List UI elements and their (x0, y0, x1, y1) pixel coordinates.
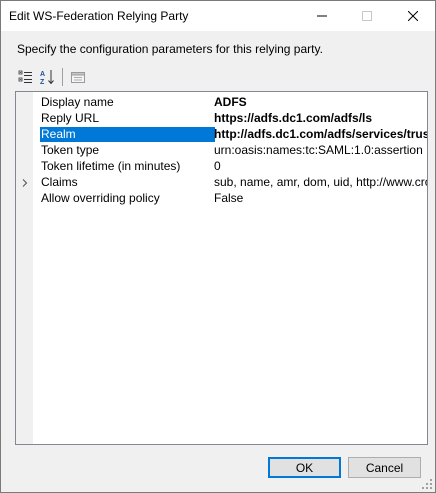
resize-grip-icon[interactable] (422, 479, 433, 490)
property-name: Token lifetime (in minutes) (41, 159, 181, 173)
maximize-button[interactable] (344, 1, 389, 31)
toolbar-separator (62, 68, 63, 86)
property-value[interactable]: False (214, 191, 427, 206)
property-name: Allow overriding policy (41, 191, 160, 205)
property-value[interactable]: sub, name, amr, dom, uid, http://www.cro… (214, 175, 427, 190)
close-button[interactable] (390, 1, 435, 31)
property-row-claims[interactable]: Claims sub, name, amr, dom, uid, http://… (16, 174, 427, 190)
property-name: Display name (41, 95, 114, 109)
title-bar[interactable]: Edit WS-Federation Relying Party (1, 1, 435, 31)
property-value[interactable]: urn:oasis:names:tc:SAML:1.0:assertion (214, 143, 427, 158)
edit-relying-party-dialog: Edit WS-Federation Relying Party Specify… (0, 0, 436, 493)
property-value[interactable]: https://adfs.dc1.com/adfs/ls (214, 111, 427, 126)
property-pages-icon (71, 72, 85, 83)
property-grid[interactable]: Display name ADFS Reply URL https://adfs… (15, 91, 428, 445)
expand-chevron-icon[interactable] (20, 177, 30, 187)
alphabetical-button[interactable]: A Z (37, 67, 59, 87)
property-name: Claims (41, 175, 78, 189)
property-value[interactable]: 0 (214, 159, 427, 174)
svg-text:Z: Z (40, 79, 45, 85)
alphabetical-sort-icon: A Z (40, 70, 54, 85)
property-pages-button[interactable] (67, 67, 89, 87)
minimize-button[interactable] (299, 1, 344, 31)
property-row-realm[interactable]: Realm http://adfs.dc1.com/adfs/services/… (16, 126, 427, 142)
property-row-display-name[interactable]: Display name ADFS (16, 94, 427, 110)
property-grid-toolbar: A Z (15, 67, 89, 87)
property-name: Reply URL (41, 111, 100, 125)
property-value[interactable]: http://adfs.dc1.com/adfs/services/trust (214, 127, 427, 142)
property-row-token-lifetime[interactable]: Token lifetime (in minutes) 0 (16, 158, 427, 174)
ok-button[interactable]: OK (268, 457, 341, 478)
categorized-icon (18, 70, 32, 83)
property-name: Realm (40, 127, 215, 142)
property-row-allow-overriding-policy[interactable]: Allow overriding policy False (16, 190, 427, 206)
property-name: Token type (41, 143, 100, 157)
close-icon (407, 11, 418, 21)
maximize-icon (361, 11, 372, 21)
instructions-text: Specify the configuration parameters for… (17, 42, 323, 56)
property-value[interactable]: ADFS (214, 95, 427, 110)
categorized-button[interactable] (15, 67, 37, 87)
window-title: Edit WS-Federation Relying Party (9, 9, 189, 23)
cancel-button[interactable]: Cancel (348, 457, 421, 478)
minimize-icon (316, 15, 327, 17)
property-row-reply-url[interactable]: Reply URL https://adfs.dc1.com/adfs/ls (16, 110, 427, 126)
property-row-token-type[interactable]: Token type urn:oasis:names:tc:SAML:1.0:a… (16, 142, 427, 158)
svg-text:A: A (40, 71, 45, 78)
